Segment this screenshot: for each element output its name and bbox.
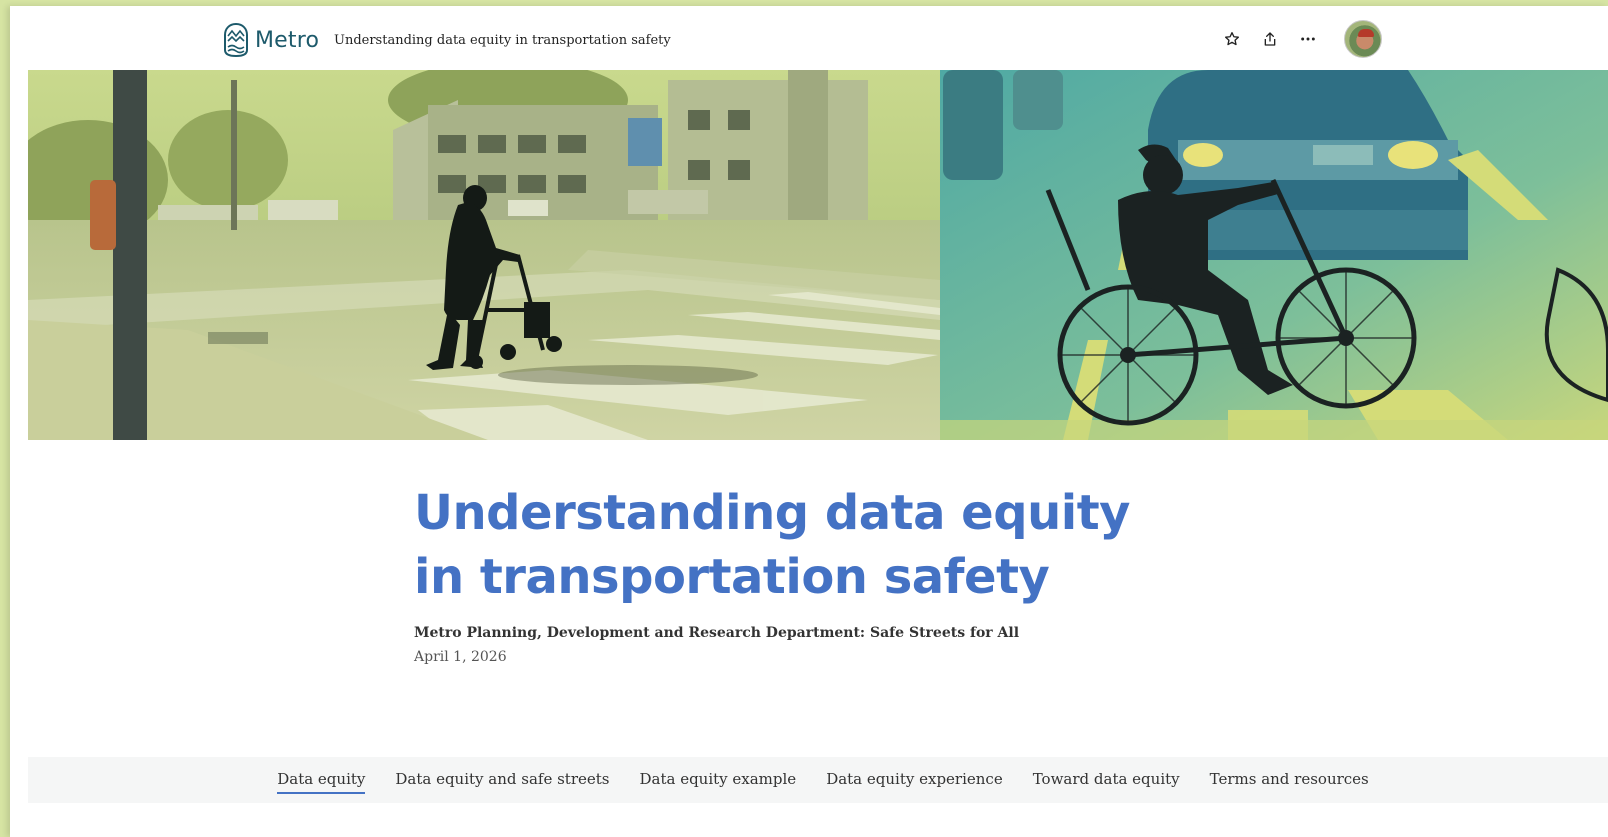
- publication-date: April 1, 2026: [414, 649, 507, 665]
- header-actions: [1218, 20, 1382, 58]
- nav-item-data-equity-and-safe-streets[interactable]: Data equity and safe streets: [395, 770, 609, 791]
- nav-item-terms-and-resources[interactable]: Terms and resources: [1210, 770, 1369, 791]
- header: Metro Understanding data equity in trans…: [10, 6, 1608, 72]
- nav-item-data-equity-example[interactable]: Data equity example: [639, 770, 796, 791]
- story-frame: Metro Understanding data equity in trans…: [10, 6, 1608, 837]
- byline: Metro Planning, Development and Research…: [414, 625, 1020, 641]
- hero-left-image: [28, 70, 940, 440]
- page-title-line-2: in transportation safety: [414, 549, 1050, 605]
- user-avatar[interactable]: [1344, 20, 1382, 58]
- hero-right-image: [940, 70, 1608, 440]
- metro-logo[interactable]: Metro: [223, 22, 319, 58]
- more-options-button[interactable]: [1294, 25, 1322, 53]
- logo-text: Metro: [255, 27, 320, 53]
- favorite-button[interactable]: [1218, 25, 1246, 53]
- metro-logo-icon: [224, 22, 248, 58]
- share-icon: [1264, 32, 1276, 46]
- star-icon: [1225, 31, 1239, 46]
- share-button[interactable]: [1256, 25, 1284, 53]
- story-title: Understanding data equity in transportat…: [334, 33, 671, 48]
- page-title: Understanding data equity in transportat…: [414, 481, 1174, 609]
- section-nav: Data equity Data equity and safe streets…: [28, 757, 1608, 803]
- nav-item-data-equity[interactable]: Data equity: [277, 770, 366, 794]
- nav-item-data-equity-experience[interactable]: Data equity experience: [826, 770, 1003, 791]
- more-icon: [1301, 37, 1315, 41]
- nav-item-toward-data-equity[interactable]: Toward data equity: [1033, 770, 1180, 791]
- title-block: Understanding data equity in transportat…: [414, 481, 1174, 665]
- page-title-line-1: Understanding data equity: [414, 485, 1130, 541]
- hero-banner: [28, 70, 1608, 440]
